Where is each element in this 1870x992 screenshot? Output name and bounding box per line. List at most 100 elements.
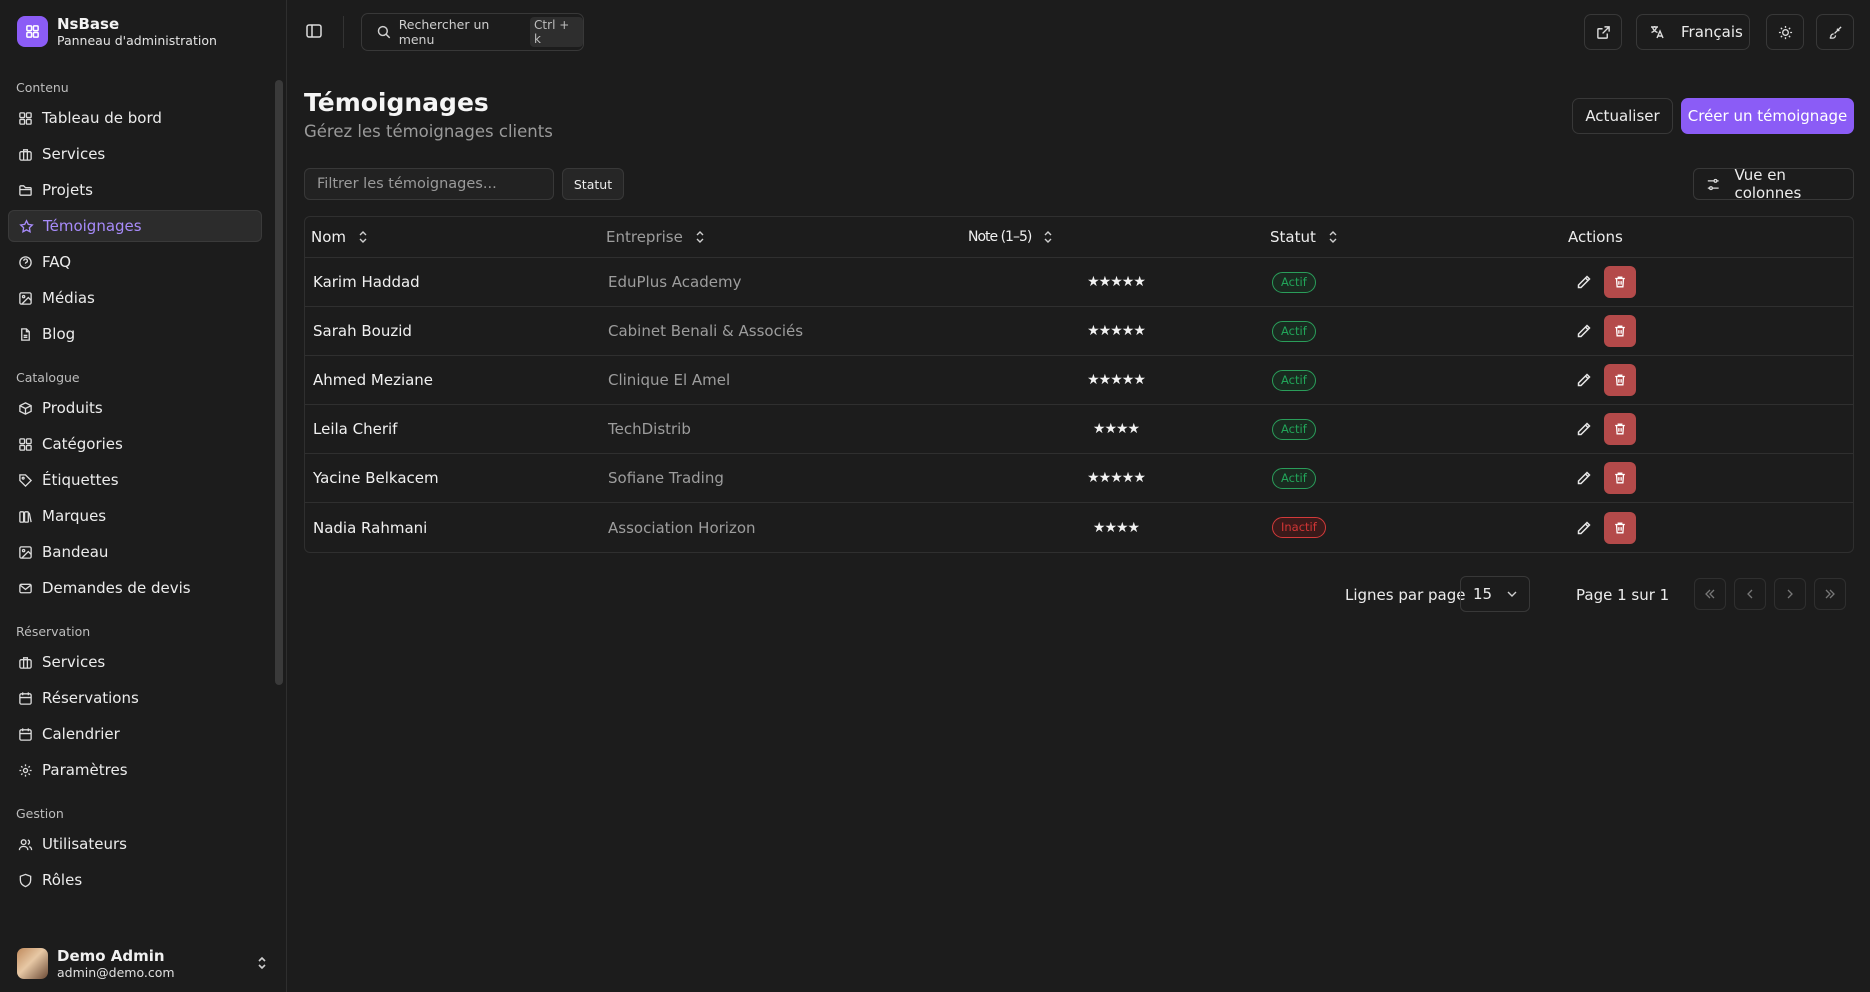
trash-icon bbox=[1615, 423, 1625, 435]
user-name: Demo Admin bbox=[57, 946, 165, 965]
rows-per-page-value: 15 bbox=[1473, 585, 1493, 603]
sidebar-scrollbar[interactable] bbox=[275, 80, 283, 685]
grid-icon bbox=[18, 437, 42, 452]
edit-button[interactable] bbox=[1568, 266, 1600, 298]
user-menu[interactable]: Demo Admin admin@demo.com bbox=[0, 935, 286, 992]
page-info: Page 1 sur 1 bbox=[1576, 586, 1670, 604]
cell-name: Leila Cherif bbox=[313, 420, 398, 438]
trash-icon bbox=[1615, 472, 1625, 484]
column-header-rating-label: Note (1–5) bbox=[968, 229, 1032, 245]
folder-icon bbox=[18, 183, 42, 198]
sidebar-item-categories[interactable]: Catégories bbox=[8, 428, 262, 460]
column-header-name[interactable]: Nom bbox=[305, 228, 600, 246]
pencil-icon bbox=[1577, 373, 1591, 387]
sidebar-item-bandeau[interactable]: Bandeau bbox=[8, 536, 262, 568]
trash-icon bbox=[1615, 325, 1625, 337]
chevrons-left-icon bbox=[1705, 589, 1715, 599]
column-header-company[interactable]: Entreprise bbox=[600, 228, 968, 246]
filter-input[interactable] bbox=[304, 168, 554, 200]
last-page-button[interactable] bbox=[1814, 578, 1846, 610]
cell-name: Ahmed Meziane bbox=[313, 371, 434, 389]
rows-per-page-select[interactable]: 15 bbox=[1460, 576, 1530, 612]
cell-actions bbox=[1560, 511, 1636, 544]
column-header-rating[interactable]: Note (1–5) bbox=[968, 229, 1264, 245]
sidebar-item-label: Blog bbox=[42, 325, 76, 343]
cell-status: Actif bbox=[1264, 418, 1560, 440]
cell-rating: ★★★★★ bbox=[1087, 274, 1146, 290]
chevrons-right-icon bbox=[1825, 589, 1835, 599]
sidebar-item-calendrier[interactable]: Calendrier bbox=[8, 718, 262, 750]
sidebar-item-blog[interactable]: Blog bbox=[8, 318, 262, 350]
table-row: Yacine Belkacem Sofiane Trading ★★★★★ Ac… bbox=[305, 454, 1853, 503]
delete-button[interactable] bbox=[1604, 511, 1636, 544]
sidebar-item-marques[interactable]: Marques bbox=[8, 500, 262, 532]
sidebar-item-parametres[interactable]: Paramètres bbox=[8, 754, 262, 786]
cell-company: TechDistrib bbox=[608, 420, 691, 438]
create-testimonial-button[interactable]: Créer un témoignage bbox=[1681, 98, 1854, 134]
external-link-icon bbox=[1596, 25, 1610, 39]
next-page-button[interactable] bbox=[1774, 578, 1806, 610]
theme-toggle-button[interactable] bbox=[1766, 14, 1804, 50]
edit-button[interactable] bbox=[1568, 462, 1600, 494]
sidebar-item-label: Bandeau bbox=[42, 543, 109, 561]
edit-button[interactable] bbox=[1568, 364, 1600, 396]
edit-button[interactable] bbox=[1568, 512, 1600, 544]
refresh-button[interactable]: Actualiser bbox=[1572, 98, 1673, 134]
pencil-icon bbox=[1577, 471, 1591, 485]
sidebar-item-medias[interactable]: Médias bbox=[8, 282, 262, 314]
calendar-icon bbox=[18, 727, 42, 742]
pencil-icon bbox=[1577, 422, 1591, 436]
image-icon bbox=[18, 545, 42, 560]
sidebar-item-demandes-de-devis[interactable]: Demandes de devis bbox=[8, 572, 262, 604]
sort-icon bbox=[359, 231, 367, 243]
sidebar-item-label: Réservations bbox=[42, 689, 139, 707]
library-icon bbox=[18, 509, 42, 524]
sidebar-item-reservations[interactable]: Réservations bbox=[8, 682, 262, 714]
sidebar-item-label: Services bbox=[42, 145, 106, 163]
sidebar-item-utilisateurs[interactable]: Utilisateurs bbox=[8, 828, 262, 860]
table-row: Sarah Bouzid Cabinet Benali & Associés ★… bbox=[305, 307, 1853, 356]
sidebar-group-title: Réservation bbox=[16, 624, 91, 639]
box-icon bbox=[18, 401, 42, 416]
cell-status: Inactif bbox=[1264, 517, 1560, 538]
delete-button[interactable] bbox=[1604, 413, 1636, 445]
cell-actions bbox=[1560, 364, 1636, 396]
shield-icon bbox=[18, 873, 42, 888]
delete-button[interactable] bbox=[1604, 462, 1636, 494]
column-header-status[interactable]: Statut bbox=[1264, 228, 1560, 246]
status-filter-button[interactable]: Statut bbox=[562, 168, 624, 200]
table-row: Karim Haddad EduPlus Academy ★★★★★ Actif bbox=[305, 258, 1853, 307]
sidebar-toggle-icon[interactable] bbox=[305, 22, 323, 44]
language-button[interactable]: Français bbox=[1636, 14, 1750, 50]
sidebar-item-faq[interactable]: FAQ bbox=[8, 246, 262, 278]
customize-button[interactable] bbox=[1816, 14, 1854, 50]
sidebar-item-services[interactable]: Services bbox=[8, 138, 262, 170]
sidebar-item-etiquettes[interactable]: Étiquettes bbox=[8, 464, 262, 496]
delete-button[interactable] bbox=[1604, 266, 1636, 298]
previous-page-button[interactable] bbox=[1734, 578, 1766, 610]
sidebar-item-projets[interactable]: Projets bbox=[8, 174, 262, 206]
sidebar-item-services[interactable]: Services bbox=[8, 646, 262, 678]
delete-button[interactable] bbox=[1604, 315, 1636, 347]
edit-button[interactable] bbox=[1568, 315, 1600, 347]
sliders-icon bbox=[1707, 178, 1719, 190]
chevrons-up-down-icon bbox=[256, 956, 268, 974]
edit-button[interactable] bbox=[1568, 413, 1600, 445]
cell-actions bbox=[1560, 315, 1636, 347]
first-page-button[interactable] bbox=[1694, 578, 1726, 610]
sidebar-item-temoignages[interactable]: Témoignages bbox=[8, 210, 262, 242]
cell-company: EduPlus Academy bbox=[608, 273, 742, 291]
delete-button[interactable] bbox=[1604, 364, 1636, 396]
sidebar-item-produits[interactable]: Produits bbox=[8, 392, 262, 424]
sort-icon bbox=[1044, 231, 1052, 243]
cell-status: Actif bbox=[1264, 320, 1560, 342]
sidebar-item-roles[interactable]: Rôles bbox=[8, 864, 262, 896]
open-site-button[interactable] bbox=[1584, 14, 1622, 50]
sidebar-item-tableau-de-bord[interactable]: Tableau de bord bbox=[8, 102, 262, 134]
status-badge: Actif bbox=[1272, 271, 1316, 293]
search-icon bbox=[377, 25, 391, 39]
brand[interactable]: NsBase Panneau d'administration bbox=[17, 15, 217, 48]
columns-view-button[interactable]: Vue en colonnes bbox=[1693, 166, 1854, 202]
cell-company: Clinique El Amel bbox=[608, 371, 731, 389]
search-menu-button[interactable]: Rechercher un menu Ctrl + k bbox=[361, 13, 584, 51]
